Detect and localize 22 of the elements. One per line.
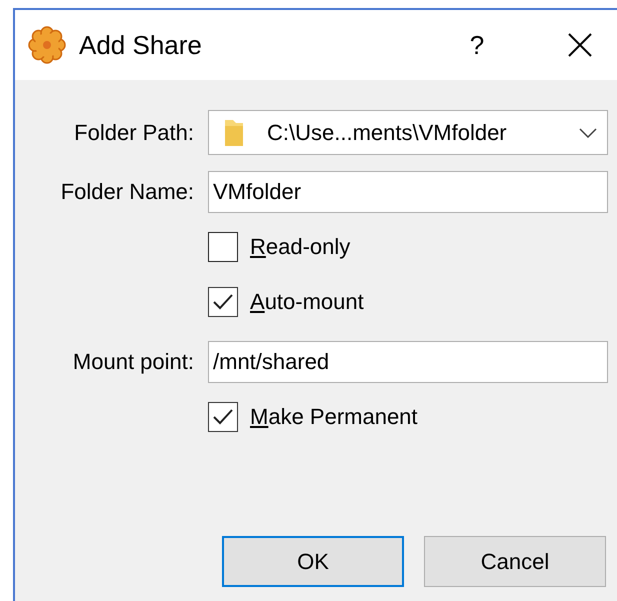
close-button[interactable] bbox=[567, 32, 593, 58]
chevron-down-icon bbox=[579, 128, 597, 138]
gear-icon bbox=[27, 25, 67, 65]
field-label: Mount point: bbox=[72, 349, 194, 375]
checkbox-label: Make Permanent bbox=[250, 404, 418, 430]
checkbox-label: Read-only bbox=[250, 234, 350, 260]
help-button[interactable]: ? bbox=[457, 30, 497, 60]
folder-path-dropdown[interactable]: C:\Use...ments\VMfolder bbox=[208, 110, 608, 155]
checkbox-label: Auto-mount bbox=[250, 289, 364, 315]
field-label: Folder Name: bbox=[60, 179, 194, 205]
window-title: Add Share bbox=[79, 30, 203, 60]
checkmark-icon bbox=[212, 408, 234, 426]
checkbox[interactable] bbox=[208, 402, 238, 432]
checkbox[interactable] bbox=[208, 287, 238, 317]
field-label: Folder Path: bbox=[74, 120, 194, 146]
folder-icon bbox=[223, 118, 245, 148]
checkbox[interactable] bbox=[208, 232, 238, 262]
input-field[interactable]: VMfolder bbox=[208, 171, 608, 213]
input-field[interactable]: /mnt/shared bbox=[208, 341, 608, 383]
cancel-button[interactable]: Cancel bbox=[424, 536, 606, 587]
checkmark-icon bbox=[212, 293, 234, 311]
ok-button[interactable]: OK bbox=[222, 536, 404, 587]
